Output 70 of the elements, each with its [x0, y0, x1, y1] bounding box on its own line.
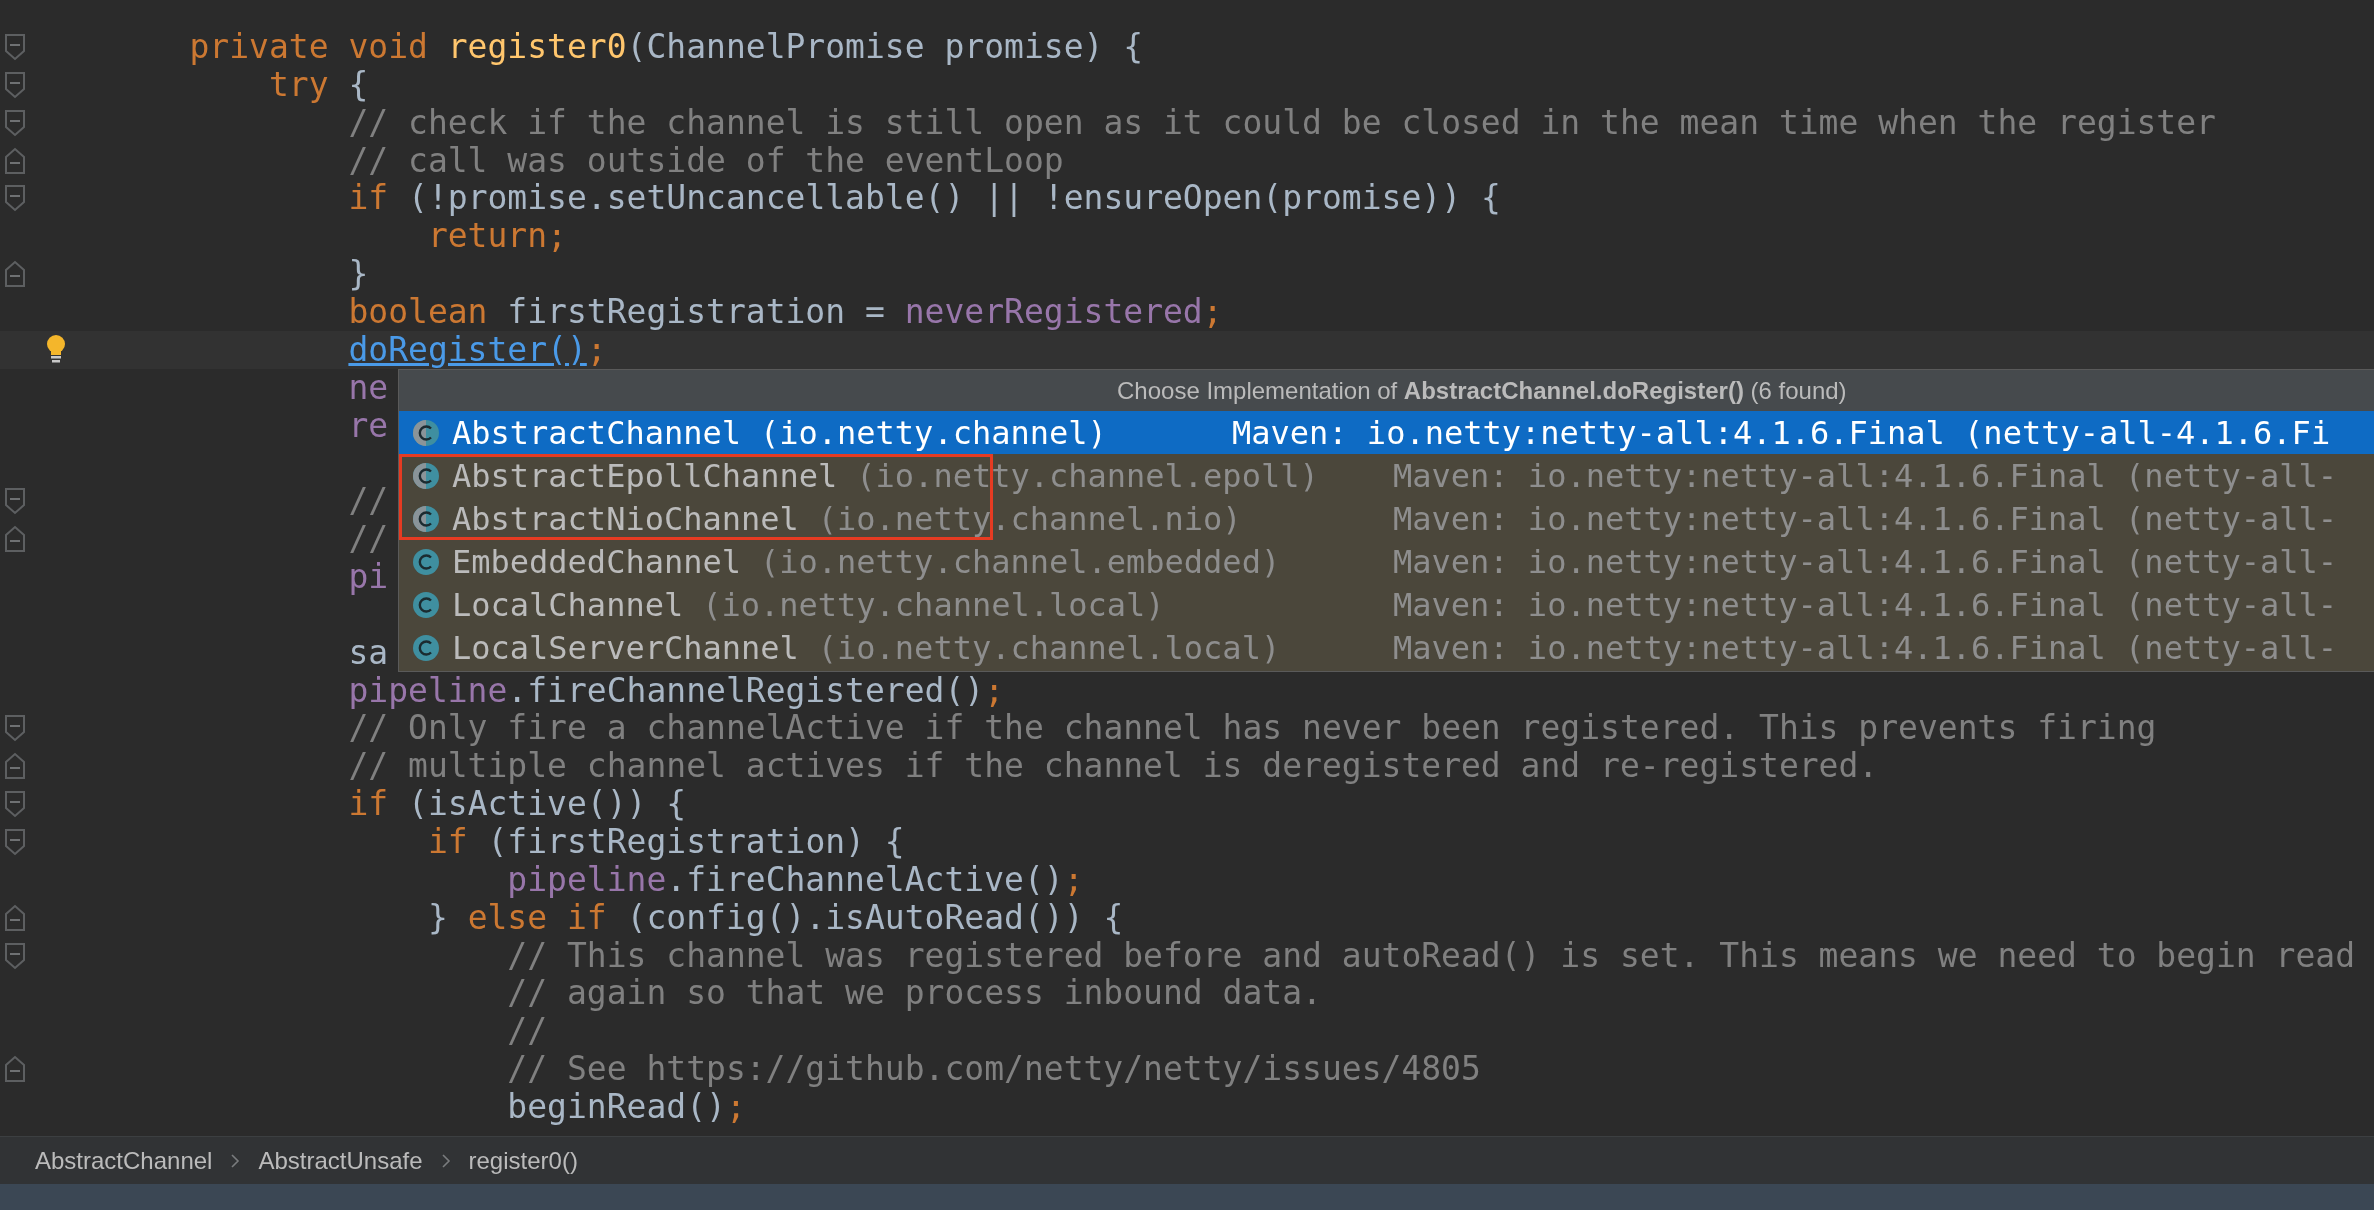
- code-comment: //: [348, 482, 389, 521]
- class-name: LocalChannel: [452, 585, 684, 624]
- code-line: pi: [348, 558, 389, 596]
- code-line: ne: [348, 368, 389, 407]
- library-source: Maven: io.netty:netty-all:4.1.6.Final (netty-all-: [1393, 456, 2337, 495]
- class-name: AbstractEpollChannel: [452, 456, 838, 495]
- code-line: boolean firstRegistration = neverRegistered;: [348, 293, 1223, 331]
- code-comment: // check if the channel is still open as it could be closed in the mean time when the register: [348, 103, 2216, 142]
- breadcrumb-item[interactable]: register0(): [468, 1146, 578, 1175]
- fold-icon[interactable]: [4, 903, 26, 932]
- fold-icon[interactable]: [4, 525, 26, 554]
- breadcrumb-item[interactable]: AbstractUnsafe: [258, 1146, 423, 1175]
- fold-icon[interactable]: [4, 487, 26, 516]
- library-source: Maven: io.netty:netty-all:4.1.6.Final (netty-all-: [1393, 499, 2337, 538]
- library-source: Maven: io.netty:netty-all:4.1.6.Final (netty-all-: [1393, 585, 2337, 624]
- code-comment: //: [348, 520, 389, 559]
- fold-icon[interactable]: [4, 790, 26, 819]
- code-line: pipeline.fireChannelRegistered();: [348, 671, 1005, 710]
- code-line: doRegister();: [348, 330, 607, 369]
- code-line: if (firstRegistration) {: [427, 823, 905, 861]
- fold-icon[interactable]: [4, 752, 26, 781]
- library-source: Maven: io.netty:netty-all:4.1.6.Final (netty-all-4.1.6.Fi: [1232, 413, 2331, 452]
- method-link[interactable]: doRegister(): [348, 329, 587, 369]
- code-comment: // multiple channel actives if the channel is deregistered and re-registered.: [348, 747, 1879, 786]
- code-line: re: [348, 406, 389, 445]
- fold-icon[interactable]: [4, 146, 26, 175]
- popup-title: Choose Implementation of AbstractChannel.doRegister() (6 found): [1117, 376, 1847, 405]
- code-comment: // call was outside of the eventLoop: [348, 141, 1064, 180]
- code-line: try {: [268, 65, 369, 104]
- fold-icon[interactable]: [4, 941, 26, 970]
- implementation-item[interactable]: AbstractChannel (io.netty.channel) Maven: io.netty:netty-all:4.1.6.Final (netty-all-4.1.6.Fi: [399, 411, 2374, 454]
- code-line: if (!promise.setUncancellable() || !ensureOpen(promise)) {: [348, 179, 1501, 218]
- library-source: Maven: io.netty:netty-all:4.1.6.Final (netty-all-: [1393, 628, 2337, 667]
- class-name: AbstractNioChannel: [452, 499, 799, 538]
- fold-icon[interactable]: [4, 33, 26, 61]
- code-line: if (isActive()) {: [348, 785, 687, 824]
- package-name: (io.netty.channel.local): [817, 628, 1281, 667]
- implementation-item[interactable]: LocalServerChannel (io.netty.channel.local) Maven: io.netty:netty-all:4.1.6.Final (netty-all-: [399, 626, 2374, 669]
- fold-icon[interactable]: [4, 108, 26, 137]
- breadcrumb-item[interactable]: AbstractChannel: [35, 1146, 213, 1175]
- code-comment: // See https://github.com/netty/netty/issues/4805: [507, 1050, 1481, 1089]
- code-line: pipeline.fireChannelActive();: [507, 860, 1084, 899]
- class-name: LocalServerChannel: [452, 628, 799, 667]
- code-comment: // again so that we process inbound data.: [507, 974, 1322, 1013]
- code-line: }: [348, 255, 369, 293]
- code-line: private void register0(ChannelPromise promise) {: [189, 28, 1144, 66]
- package-name: (io.netty.channel): [760, 413, 1107, 452]
- fold-icon[interactable]: [4, 714, 26, 743]
- package-name: (io.netty.channel.local): [702, 585, 1165, 624]
- fold-icon[interactable]: [4, 1055, 26, 1084]
- implementation-item[interactable]: LocalChannel (io.netty.channel.local) Maven: io.netty:netty-all:4.1.6.Final (netty-all-: [399, 583, 2374, 626]
- package-name: (io.netty.channel.embedded): [760, 542, 1281, 581]
- fold-icon[interactable]: [4, 260, 26, 289]
- implementation-item[interactable]: EmbeddedChannel (io.netty.channel.embedded) Maven: io.netty:netty-all:4.1.6.Final (netty-all-: [399, 540, 2374, 583]
- code-comment: // This channel was registered before and autoRead() is set. This means we need to begin read: [507, 936, 2356, 975]
- chevron-icon: [440, 1152, 451, 1169]
- fold-icon[interactable]: [4, 184, 26, 213]
- code-comment: //: [507, 1012, 548, 1051]
- lightbulb-icon[interactable]: [45, 333, 67, 364]
- code-line: sa: [348, 633, 389, 672]
- class-name: AbstractChannel: [452, 413, 741, 452]
- code-line: } else if (config().isAutoRead()) {: [427, 898, 1124, 937]
- class-name: EmbeddedChannel: [452, 542, 741, 581]
- chevron-icon: [230, 1152, 241, 1169]
- fold-icon[interactable]: [4, 70, 26, 99]
- fold-icon[interactable]: [4, 828, 26, 857]
- code-line: beginRead();: [507, 1088, 746, 1126]
- code-line: return;: [427, 217, 567, 256]
- code-comment: // Only fire a channelActive if the channel has never been registered. This prevents firing: [348, 709, 2157, 748]
- library-source: Maven: io.netty:netty-all:4.1.6.Final (netty-all-: [1393, 542, 2337, 581]
